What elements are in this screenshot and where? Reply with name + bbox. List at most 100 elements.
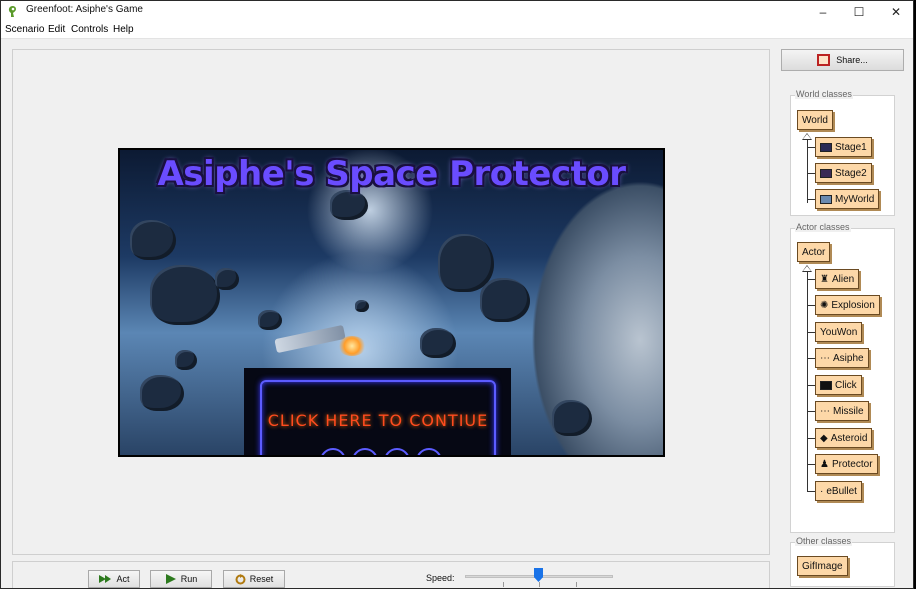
tree-line [807, 279, 815, 280]
asteroid-image [150, 265, 220, 325]
class-myworld-label: MyWorld [835, 193, 875, 205]
class-explosion-label: Explosion [831, 299, 875, 311]
tree-line [807, 305, 815, 306]
close-button[interactable]: ✕ [878, 1, 913, 22]
act-icon [99, 575, 112, 583]
class-gifimage-label: GifImage [802, 560, 843, 572]
tree-line [807, 385, 815, 386]
asteroid-image [140, 375, 184, 411]
explosion-icon: ✺ [820, 299, 829, 311]
spaceship-image [274, 324, 346, 354]
continue-button[interactable]: CLICK HERE TO CONTIUE [244, 368, 511, 455]
class-ebullet-label: eBullet [826, 485, 857, 497]
tree-line [807, 147, 815, 148]
asteroid-image [420, 328, 456, 358]
slider-tick [539, 582, 540, 587]
tree-line [807, 199, 815, 200]
reset-button-label: Reset [249, 574, 274, 584]
speed-slider-thumb[interactable] [534, 568, 543, 582]
class-explosion[interactable]: ✺ Explosion [815, 295, 880, 315]
menu-help[interactable]: Help [113, 24, 134, 35]
game-title: Asiphe's Space Protector [157, 154, 626, 194]
asteroid-image [480, 278, 530, 322]
tree-line [807, 491, 815, 492]
circle-decoration [320, 448, 346, 455]
class-youwon-label: YouWon [820, 326, 858, 338]
class-asteroid-label: Asteroid [830, 432, 868, 444]
run-button[interactable]: Run [150, 570, 212, 588]
missile-icon: ⋯ [820, 405, 830, 417]
game-world[interactable]: Asiphe's Space Protector CLICK HERE TO C… [118, 148, 665, 457]
world-classes-group: World classes World Stage1 Stage2 MyWorl… [790, 89, 895, 216]
class-protector[interactable]: ♟ Protector [815, 454, 878, 474]
act-button[interactable]: Act [88, 570, 140, 588]
class-gifimage[interactable]: GifImage [797, 556, 848, 576]
slider-tick [503, 582, 504, 587]
class-stage1-label: Stage1 [835, 141, 867, 153]
class-alien[interactable]: ♜ Alien [815, 269, 860, 289]
class-stage2-label: Stage2 [835, 167, 867, 179]
greenfoot-window: Greenfoot: Asiphe's Game – ☐ ✕ Scenario … [0, 0, 914, 589]
world-thumbnail-icon [820, 194, 832, 204]
asteroid-image [215, 268, 239, 290]
asteroid-image [175, 350, 197, 370]
tree-line [807, 332, 815, 333]
circle-decoration [416, 448, 442, 455]
inherits-arrow-icon [802, 265, 812, 272]
minimize-button[interactable]: – [805, 1, 841, 22]
run-icon [165, 574, 176, 584]
tree-line [807, 358, 815, 359]
greenfoot-icon [8, 5, 16, 17]
class-asteroid[interactable]: ◆ Asteroid [815, 428, 873, 448]
speed-label: Speed: [426, 573, 455, 583]
class-youwon[interactable]: YouWon [815, 322, 863, 342]
class-click-label: Click [835, 379, 857, 391]
class-actor[interactable]: Actor [797, 242, 831, 262]
other-classes-label: Other classes [795, 536, 853, 546]
actor-classes-label: Actor classes [795, 222, 851, 232]
class-actor-label: Actor [802, 246, 826, 258]
menu-controls[interactable]: Controls [71, 24, 108, 35]
class-protector-label: Protector [831, 458, 873, 470]
actor-classes-group: Actor classes Actor ♜ Alien ✺ Explosion [790, 222, 895, 533]
menu-bar: Scenario Edit Controls Help [1, 22, 913, 39]
continue-button-frame: CLICK HERE TO CONTIUE [260, 380, 496, 455]
tree-line [807, 140, 808, 203]
menu-edit[interactable]: Edit [48, 24, 65, 35]
tree-line [807, 173, 815, 174]
class-myworld[interactable]: MyWorld [815, 189, 880, 209]
class-missile[interactable]: ⋯ Missile [815, 401, 869, 421]
inherits-arrow-icon [802, 133, 812, 140]
share-icon [817, 54, 831, 66]
class-ebullet[interactable]: · eBullet [815, 481, 862, 501]
tree-line [807, 464, 815, 465]
maximize-button[interactable]: ☐ [841, 1, 877, 22]
act-button-label: Act [116, 574, 130, 584]
class-stage2[interactable]: Stage2 [815, 163, 872, 183]
class-asiphe-label: Asiphe [833, 352, 864, 364]
window-title: Greenfoot: Asiphe's Game [26, 4, 143, 15]
ship-icon: ⋯ [820, 352, 830, 364]
circle-decoration [384, 448, 410, 455]
class-click[interactable]: Click [815, 375, 862, 395]
title-bar: Greenfoot: Asiphe's Game – ☐ ✕ [1, 1, 913, 22]
class-stage1[interactable]: Stage1 [815, 137, 872, 157]
control-bar: Act Run Reset Speed: [12, 561, 770, 588]
reset-button[interactable]: Reset [223, 570, 285, 588]
menu-scenario[interactable]: Scenario [5, 24, 44, 35]
class-panel: Share... World classes World Stage1 Stag… [780, 39, 913, 588]
run-button-label: Run [180, 574, 198, 584]
class-missile-label: Missile [833, 405, 864, 417]
asteroid-image [552, 400, 592, 436]
asteroid-image [355, 300, 369, 312]
class-asiphe[interactable]: ⋯ Asiphe [815, 348, 869, 368]
asteroid-icon: ◆ [820, 432, 828, 444]
other-classes-group: Other classes GifImage [790, 536, 895, 587]
share-button[interactable]: Share... [781, 49, 904, 71]
continue-button-label: CLICK HERE TO CONTIUE [267, 411, 489, 430]
world-classes-label: World classes [795, 89, 853, 99]
asteroid-image [258, 310, 282, 330]
asteroid-image [330, 190, 368, 220]
class-world[interactable]: World [797, 110, 833, 130]
tree-line [807, 438, 815, 439]
